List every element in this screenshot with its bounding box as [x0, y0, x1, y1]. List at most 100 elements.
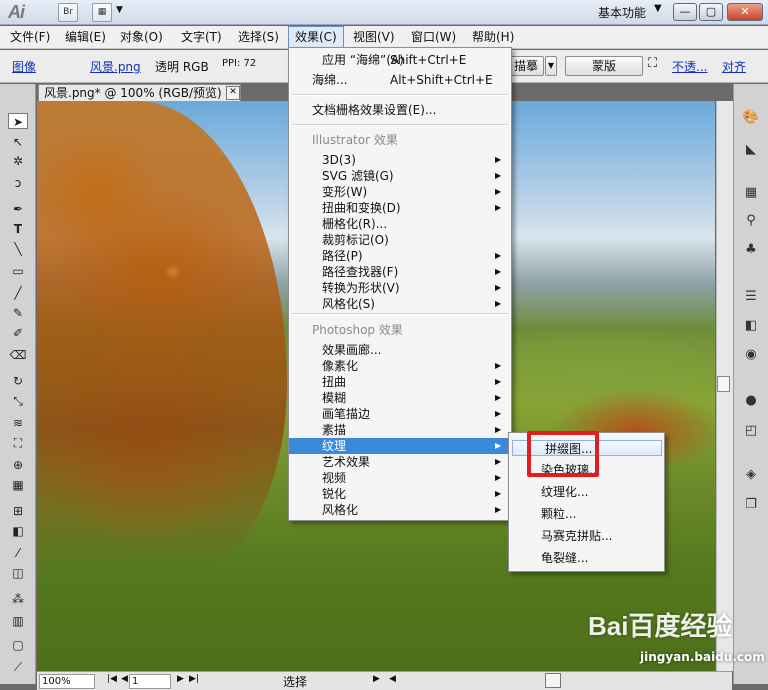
trace-options-dropdown-icon[interactable]: ▼ — [545, 56, 557, 76]
horizontal-scroll-thumb[interactable] — [545, 673, 561, 688]
brushes-panel-icon[interactable]: ⚲ — [742, 213, 760, 229]
illustrator-effect-item[interactable]: 路径查找器(F) ▶ — [289, 264, 511, 280]
blob-brush-tool-icon[interactable]: ✐ — [8, 325, 28, 341]
symbols-panel-icon[interactable]: ♣ — [742, 242, 760, 258]
photoshop-effect-item[interactable]: 纹理 ▶ — [289, 438, 511, 454]
photoshop-effect-item[interactable]: 效果画廊... — [289, 342, 511, 358]
minimize-button[interactable]: — — [673, 3, 697, 21]
arrange-dropdown-icon[interactable]: ▼ — [116, 5, 123, 15]
eraser-tool-icon[interactable]: ⌫ — [8, 347, 28, 363]
photoshop-effect-item[interactable]: 像素化 ▶ — [289, 358, 511, 374]
transparency-panel-icon[interactable]: ◉ — [742, 347, 760, 363]
align-link[interactable]: 对齐 — [722, 58, 746, 75]
photoshop-effect-item[interactable]: 素描 ▶ — [289, 422, 511, 438]
eyedropper-tool-icon[interactable]: ⁄ — [8, 545, 28, 561]
scroll-left-icon[interactable]: ◀ — [389, 674, 396, 684]
prev-page-icon[interactable]: ◀ — [121, 674, 128, 684]
menu-window[interactable]: 窗口(W) — [405, 26, 462, 48]
illustrator-effect-item[interactable]: 栅格化(R)... — [289, 216, 511, 232]
vertical-scroll-thumb[interactable] — [717, 376, 730, 392]
photoshop-effect-item[interactable]: 视频 ▶ — [289, 470, 511, 486]
texture-effect-item[interactable]: 龟裂缝... — [509, 550, 664, 566]
gradient-tool-icon[interactable]: ◧ — [8, 523, 28, 539]
appearance-panel-icon[interactable]: ● — [742, 393, 760, 409]
warp-tool-icon[interactable]: ≋ — [8, 415, 28, 431]
menu-edit[interactable]: 编辑(E) — [59, 26, 112, 48]
photoshop-effect-item[interactable]: 扭曲 ▶ — [289, 374, 511, 390]
menu-file[interactable]: 文件(F) — [4, 26, 56, 48]
illustrator-effect-item[interactable]: 3D(3) ▶ — [289, 152, 511, 168]
layers-panel-icon[interactable]: ◈ — [742, 467, 760, 483]
rectangle-tool-icon[interactable]: ▭ — [8, 263, 28, 279]
pencil-tool-icon[interactable]: ✎ — [8, 305, 28, 321]
illustrator-effect-item[interactable]: 变形(W) ▶ — [289, 184, 511, 200]
color-panel-icon[interactable]: 🎨 — [742, 110, 760, 126]
line-tool-icon[interactable]: ╲ — [8, 241, 28, 257]
restore-button[interactable]: ▢ — [699, 3, 723, 21]
menu-help[interactable]: 帮助(H) — [466, 26, 520, 48]
free-transform-tool-icon[interactable]: ⛶ — [8, 435, 28, 451]
rotate-tool-icon[interactable]: ↻ — [8, 373, 28, 389]
menu-type[interactable]: 文字(T) — [175, 26, 228, 48]
arrange-documents-icon[interactable]: ▦ — [92, 3, 112, 22]
image-link[interactable]: 图像 — [12, 58, 36, 75]
status-menu-icon[interactable]: ▶ — [373, 674, 380, 684]
illustrator-effect-item[interactable]: 扭曲和变换(D) ▶ — [289, 200, 511, 216]
photoshop-effect-item[interactable]: 模糊 ▶ — [289, 390, 511, 406]
illustrator-effect-item[interactable]: SVG 滤镜(G) ▶ — [289, 168, 511, 184]
texture-effect-item[interactable]: 马赛克拼贴... — [509, 528, 664, 544]
first-page-icon[interactable]: |◀ — [107, 674, 117, 684]
type-tool-icon[interactable]: T — [8, 221, 28, 237]
paintbrush-tool-icon[interactable]: ╱ — [8, 285, 28, 301]
opacity-link[interactable]: 不透... — [672, 58, 707, 75]
menu-effect[interactable]: 效果(C) — [288, 26, 344, 48]
illustrator-effect-item[interactable]: 转换为形状(V) ▶ — [289, 280, 511, 296]
bridge-button[interactable]: Br — [58, 3, 78, 22]
swatches-panel-icon[interactable]: ▦ — [742, 185, 760, 201]
mesh-tool-icon[interactable]: ⊞ — [8, 503, 28, 519]
slice-tool-icon[interactable]: ⟋ — [8, 659, 28, 675]
blend-tool-icon[interactable]: ◫ — [8, 565, 28, 581]
file-link[interactable]: 风景.png — [90, 58, 141, 75]
workspace-switcher[interactable]: 基本功能 — [598, 4, 646, 21]
apply-last-effect-item[interactable]: 应用 “海绵”(A) Shift+Ctrl+E — [289, 52, 511, 68]
texture-effect-item[interactable]: 颗粒... — [509, 506, 664, 522]
mask-button[interactable]: 蒙版 — [565, 56, 643, 76]
next-page-icon[interactable]: ▶ — [177, 674, 184, 684]
column-graph-tool-icon[interactable]: ▥ — [8, 613, 28, 629]
gradient-panel-icon[interactable]: ◧ — [742, 318, 760, 334]
photoshop-effect-item[interactable]: 艺术效果 ▶ — [289, 454, 511, 470]
last-page-icon[interactable]: ▶| — [189, 674, 199, 684]
menu-select[interactable]: 选择(S) — [232, 26, 285, 48]
stroke-panel-icon[interactable]: ☰ — [742, 289, 760, 305]
live-trace-button[interactable]: 描摹 — [508, 56, 544, 76]
texture-effect-item[interactable]: 纹理化... — [509, 484, 664, 500]
photoshop-effect-item[interactable]: 风格化 ▶ — [289, 502, 511, 518]
illustrator-effect-item[interactable]: 路径(P) ▶ — [289, 248, 511, 264]
shape-builder-tool-icon[interactable]: ⊕ — [8, 457, 28, 473]
pen-tool-icon[interactable]: ✒ — [8, 201, 28, 217]
graphic-styles-panel-icon[interactable]: ◰ — [742, 423, 760, 439]
lasso-tool-icon[interactable]: ↄ — [8, 175, 28, 191]
selection-tool-icon[interactable]: ➤ — [8, 113, 28, 129]
close-button[interactable]: ✕ — [727, 3, 763, 21]
last-effect-item[interactable]: 海绵... Alt+Shift+Ctrl+E — [289, 72, 511, 88]
scale-tool-icon[interactable]: ⤡ — [8, 393, 28, 409]
perspective-grid-tool-icon[interactable]: ▦ — [8, 477, 28, 493]
illustrator-effect-item[interactable]: 风格化(S) ▶ — [289, 296, 511, 312]
workspace-dropdown-icon[interactable]: ▼ — [654, 3, 662, 14]
transform-icon[interactable]: ⛶ — [648, 56, 657, 71]
document-raster-settings-item[interactable]: 文档栅格效果设置(E)... — [289, 102, 511, 118]
artboards-panel-icon[interactable]: ❐ — [742, 497, 760, 513]
symbol-sprayer-tool-icon[interactable]: ⁂ — [8, 591, 28, 607]
artboard-tool-icon[interactable]: ▢ — [8, 637, 28, 653]
photoshop-effect-item[interactable]: 锐化 ▶ — [289, 486, 511, 502]
magic-wand-tool-icon[interactable]: ✲ — [8, 153, 28, 169]
color-guide-panel-icon[interactable]: ◣ — [742, 142, 760, 158]
page-field[interactable]: 1 — [129, 674, 171, 689]
document-tab[interactable]: 风景.png* @ 100% (RGB/预览) — [38, 84, 241, 101]
menu-view[interactable]: 视图(V) — [347, 26, 401, 48]
menu-object[interactable]: 对象(O) — [114, 26, 169, 48]
photoshop-effect-item[interactable]: 画笔描边 ▶ — [289, 406, 511, 422]
direct-selection-tool-icon[interactable]: ↖ — [8, 134, 28, 150]
